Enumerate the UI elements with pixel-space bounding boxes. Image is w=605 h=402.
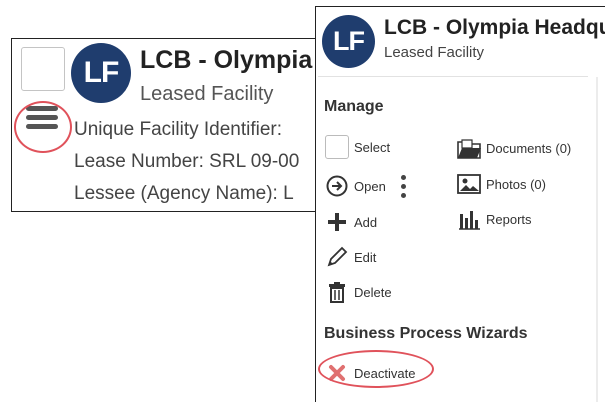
reports-action[interactable]: Reports [456,207,532,231]
manage-heading: Manage [324,98,384,115]
trash-icon [324,280,350,304]
more-options-icon[interactable] [398,173,408,203]
open-label: Open [354,178,386,194]
select-checkbox-icon [324,135,350,159]
field-lessee-agency-name: Lessee (Agency Name): L [74,183,294,204]
add-label: Add [354,214,378,230]
photo-icon [456,172,482,196]
edit-action[interactable]: Edit [324,245,376,269]
menu-scroll-track [596,77,598,402]
record-subtitle: Leased Facility [140,83,274,105]
open-arrow-icon [324,174,350,198]
documents-action[interactable]: Documents (0) [456,136,571,160]
field-lease-number: Lease Number: SRL 09-00 [74,151,300,172]
documents-label: Documents (0) [486,140,572,156]
highlight-circle-menu [14,101,72,153]
delete-action[interactable]: Delete [324,280,392,304]
highlight-circle-deactivate [318,350,434,388]
header-divider [318,76,588,77]
record-header-panel: LF LCB - Olympia Headquarters Leased Fac… [11,38,326,212]
wizards-heading: Business Process Wizards [324,325,528,342]
open-action[interactable]: Open [324,174,386,198]
plus-icon [324,210,350,234]
edit-label: Edit [354,249,377,265]
photos-action[interactable]: Photos (0) [456,172,546,196]
menu-record-title: LCB - Olympia Headquarters [384,16,605,39]
record-title: LCB - Olympia Headquarters [140,46,325,74]
menu-avatar: LF [322,15,375,68]
record-avatar: LF [71,43,131,103]
actions-menu-panel: LF LCB - Olympia Headquarters Leased Fac… [315,6,605,402]
delete-label: Delete [354,284,392,300]
select-action[interactable]: Select [324,135,390,159]
bar-chart-reports-icon [456,207,482,231]
pencil-icon [324,245,350,269]
menu-record-subtitle: Leased Facility [384,44,485,61]
record-select-checkbox[interactable] [21,47,65,91]
reports-label: Reports [486,211,532,227]
select-label: Select [354,139,391,155]
folder-documents-icon [456,136,482,160]
add-action[interactable]: Add [324,210,377,234]
photos-label: Photos (0) [486,176,546,192]
field-unique-facility-identifier: Unique Facility Identifier: [74,119,283,140]
